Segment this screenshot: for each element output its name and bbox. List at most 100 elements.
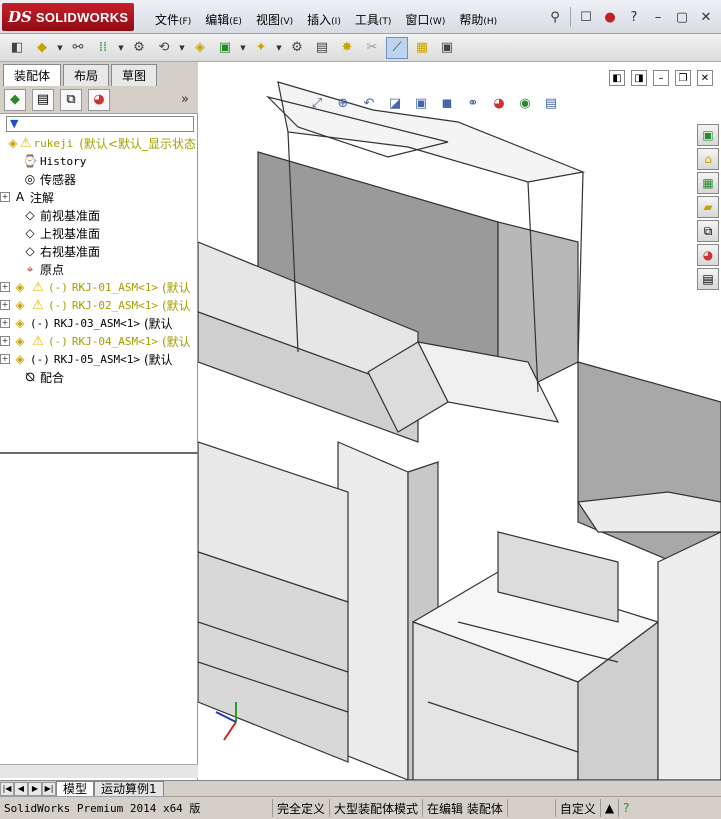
- units-chevron-up-icon[interactable]: ▲: [599, 799, 618, 817]
- configuration-manager-icon[interactable]: ⧉: [60, 88, 82, 111]
- new-document-icon[interactable]: ☐: [577, 8, 595, 26]
- feature-manager-icon[interactable]: ◆: [4, 88, 26, 111]
- close-icon[interactable]: ✕: [697, 8, 715, 26]
- menu-insert[interactable]: 插入(I): [300, 9, 348, 30]
- menu-file[interactable]: 文件(F): [148, 9, 198, 30]
- menu-view[interactable]: 视图(V): [249, 9, 300, 30]
- view-palette-icon[interactable]: ⧉: [697, 220, 719, 242]
- reference-geometry-icon[interactable]: ✦: [250, 37, 272, 59]
- tree-item-mates[interactable]: ⦰ 配合: [0, 368, 196, 386]
- tree-item-right-plane[interactable]: ◇ 右视基准面: [0, 242, 196, 260]
- next-tab-icon[interactable]: ▶: [28, 781, 42, 796]
- take-snapshot-icon[interactable]: ▣: [436, 37, 458, 59]
- tree-item-annotations[interactable]: + A 注解: [0, 188, 196, 206]
- exploded-view-icon[interactable]: ✸: [336, 37, 358, 59]
- tree-root[interactable]: ◈ ⚠ rukeji (默认<默认_显示状态: [0, 134, 196, 152]
- tab-sketch[interactable]: 草图: [111, 64, 158, 86]
- expand-icon[interactable]: +: [0, 192, 10, 202]
- tree-item-rkj-03[interactable]: + ◈ (-) RKJ-03_ASM<1> (默认: [0, 314, 196, 332]
- assembly-features-icon[interactable]: ▣: [214, 37, 236, 59]
- chevron-down-icon[interactable]: ▼: [178, 44, 186, 52]
- zoom-to-fit-icon[interactable]: ⤢: [308, 94, 326, 112]
- solidworks-resources-icon[interactable]: ▣: [697, 124, 719, 146]
- tree-item-origin[interactable]: ⌖ 原点: [0, 260, 196, 278]
- chevron-down-icon[interactable]: ▼: [117, 44, 125, 52]
- design-library-icon[interactable]: ▦: [697, 172, 719, 194]
- apply-scene-icon[interactable]: ◉: [516, 94, 534, 112]
- expand-icon[interactable]: +: [0, 282, 10, 292]
- explode-line-sketch-icon[interactable]: ✂: [361, 37, 383, 59]
- menu-edit[interactable]: 编辑(E): [198, 9, 249, 30]
- menu-window[interactable]: 窗口(W): [398, 9, 452, 30]
- chevron-down-icon[interactable]: ▼: [275, 44, 283, 52]
- new-part-icon[interactable]: ◧: [6, 37, 28, 59]
- logo-text: SOLIDWORKS: [35, 9, 129, 25]
- tree-item-sensors[interactable]: ◎ 传感器: [0, 170, 196, 188]
- pin-icon[interactable]: ⚲: [546, 8, 564, 26]
- expand-panel-icon[interactable]: »: [176, 91, 194, 109]
- menu-tools[interactable]: 工具(T): [348, 9, 399, 30]
- horizontal-scrollbar[interactable]: [0, 764, 198, 778]
- move-component-icon[interactable]: ⟲: [153, 37, 175, 59]
- traffic-light-icon[interactable]: ●: [601, 8, 619, 26]
- tile-right-icon[interactable]: ◨: [631, 70, 647, 86]
- minimize-icon[interactable]: –: [653, 70, 669, 86]
- tree-item-rkj-04[interactable]: + ◈ ⚠ (-) RKJ-04_ASM<1> (默认: [0, 332, 196, 350]
- menu-bar: 文件(F) 编辑(E) 视图(V) 插入(I) 工具(T) 窗口(W) 帮助(H…: [148, 9, 504, 30]
- tab-layout[interactable]: 布局: [63, 64, 110, 86]
- tree-item-top-plane[interactable]: ◇ 上视基准面: [0, 224, 196, 242]
- tree-item-rkj-02[interactable]: + ◈ ⚠ (-) RKJ-02_ASM<1> (默认: [0, 296, 196, 314]
- appearances-icon[interactable]: ◕: [697, 244, 719, 266]
- expand-icon[interactable]: +: [0, 354, 10, 364]
- insert-component-icon[interactable]: ◆: [31, 37, 53, 59]
- expand-icon[interactable]: +: [0, 300, 10, 310]
- smart-fasteners-icon[interactable]: ⚙: [128, 37, 150, 59]
- new-motion-study-icon[interactable]: ⚙: [286, 37, 308, 59]
- hide-show-items-icon[interactable]: ⚭: [464, 94, 482, 112]
- help-icon[interactable]: ?: [625, 8, 643, 26]
- file-explorer-icon[interactable]: ▰: [697, 196, 719, 218]
- close-icon[interactable]: ✕: [697, 70, 713, 86]
- expand-icon[interactable]: +: [0, 318, 10, 328]
- tab-assembly[interactable]: 装配体: [3, 64, 62, 86]
- tab-model[interactable]: 模型: [56, 780, 95, 797]
- custom-properties-icon[interactable]: ▤: [697, 268, 719, 290]
- minimize-icon[interactable]: –: [649, 8, 667, 26]
- maximize-icon[interactable]: ▢: [673, 8, 691, 26]
- chevron-down-icon[interactable]: ▼: [56, 44, 64, 52]
- edit-appearance-icon[interactable]: ◕: [490, 94, 508, 112]
- tree-item-rkj-05[interactable]: + ◈ (-) RKJ-05_ASM<1> (默认: [0, 350, 196, 368]
- bill-of-materials-icon[interactable]: ▤: [311, 37, 333, 59]
- speedpak-icon[interactable]: ▦: [411, 37, 433, 59]
- show-hidden-icon[interactable]: ◈: [189, 37, 211, 59]
- mate-icon[interactable]: ⚯: [67, 37, 89, 59]
- solidworks-logo[interactable]: DS SOLIDWORKS: [2, 3, 134, 31]
- chevron-down-icon[interactable]: ▼: [239, 44, 247, 52]
- tree-item-front-plane[interactable]: ◇ 前视基准面: [0, 206, 196, 224]
- tree-item-history[interactable]: ⌚ History: [0, 152, 196, 170]
- tree-item-rkj-01[interactable]: + ◈ ⚠ (-) RKJ-01_ASM<1> (默认: [0, 278, 196, 296]
- menu-help[interactable]: 帮助(H): [452, 9, 504, 30]
- graphics-viewport[interactable]: ⤢ ⊕ ↶ ◪ ▣ ◼ ⚭ ◕ ◉ ▤ ◧ ◨ – ❐ ✕ ▣ ⌂ ▦ ▰ ⧉ …: [198, 62, 721, 780]
- display-manager-icon[interactable]: ◕: [88, 88, 110, 111]
- help-icon[interactable]: ?: [618, 799, 633, 817]
- expand-icon[interactable]: +: [0, 336, 10, 346]
- view-settings-icon[interactable]: ▤: [542, 94, 560, 112]
- section-view-icon[interactable]: ◪: [386, 94, 404, 112]
- restore-icon[interactable]: ❐: [675, 70, 691, 86]
- display-style-icon[interactable]: ◼: [438, 94, 456, 112]
- tab-motion-study[interactable]: 运动算例1: [94, 780, 164, 797]
- tree-filter[interactable]: ▼: [6, 116, 194, 132]
- status-custom-units[interactable]: 自定义: [554, 799, 600, 817]
- linear-pattern-icon[interactable]: ⁞⁞: [92, 37, 114, 59]
- instant3d-icon[interactable]: ⟋: [386, 36, 408, 59]
- last-tab-icon[interactable]: ▶|: [42, 781, 56, 796]
- previous-view-icon[interactable]: ↶: [360, 94, 378, 112]
- previous-tab-icon[interactable]: ◀: [14, 781, 28, 796]
- home-icon[interactable]: ⌂: [697, 148, 719, 170]
- first-tab-icon[interactable]: |◀: [0, 781, 14, 796]
- zoom-to-area-icon[interactable]: ⊕: [334, 94, 352, 112]
- property-manager-icon[interactable]: ▤: [32, 88, 54, 111]
- tile-left-icon[interactable]: ◧: [609, 70, 625, 86]
- view-orientation-icon[interactable]: ▣: [412, 94, 430, 112]
